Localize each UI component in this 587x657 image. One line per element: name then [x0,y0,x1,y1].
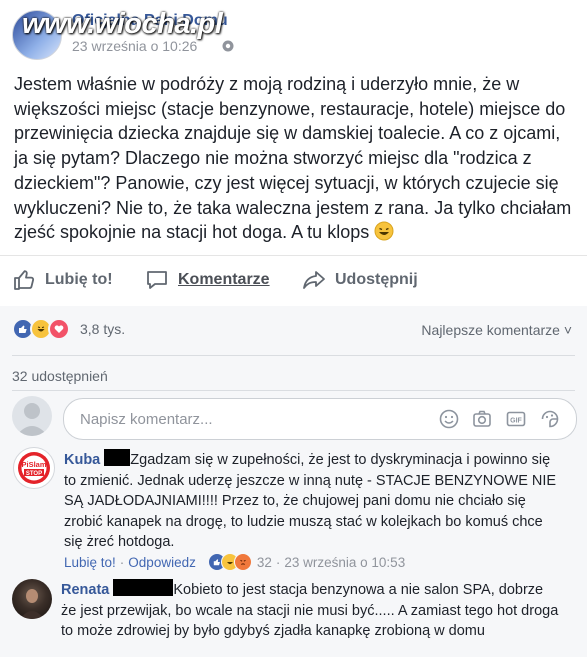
divider [12,390,575,391]
sticker-icon[interactable] [539,408,561,430]
comment-text: Renata Kobieto to jest stacja benzynowa … [61,579,561,642]
svg-text:GIF: GIF [510,418,522,425]
comment-date[interactable]: 23 września o 10:53 [284,555,405,570]
avatar[interactable] [12,396,52,436]
comment-item: PiSlam STOP Kuba Zgadzam się w zupełnośc… [0,442,587,572]
comment-item: Renata Kobieto to jest stacja benzynowa … [0,573,587,657]
comment-author[interactable]: Kuba [64,452,100,468]
comment-text: Kuba Zgadzam się w zupełności, że jest t… [64,449,564,553]
post-actions: Lubię to! Komentarze Udostępnij [0,255,587,307]
like-button[interactable]: Lubię to! [12,268,113,292]
post-header: Oficjalna Pani Domu 23 września o 10:26 … [0,0,587,64]
angry-reaction-icon [233,553,252,571]
comment-icon [147,271,167,289]
redaction-bar [104,449,131,466]
comment-composer[interactable]: GIF [63,398,577,440]
redaction-bar [113,579,174,596]
comment-like-link[interactable]: Lubię to! [64,555,116,570]
divider [12,355,575,356]
love-reaction-icon [48,318,70,340]
reactions-summary[interactable]: 3,8 tys. [12,318,125,340]
comments-area: 3,8 tys. Najlepsze komentarze ˅ 32 udost… [0,306,587,657]
comment-reaction-count: 32 [256,554,272,570]
share-button[interactable]: Udostępnij [302,268,418,292]
globe-icon[interactable] [222,40,234,52]
share-label: Udostępnij [335,271,418,288]
post-text-body: Jestem właśnie w podróży z moją rodziną … [14,74,572,243]
shares-count[interactable]: 32 udostępnień [12,368,108,384]
comment-body: Zgadzam się w zupełności, że jest to dys… [64,452,557,550]
comment-author[interactable]: Renata [61,582,109,598]
separator: · [119,554,125,570]
avatar[interactable]: PiSlam STOP [13,447,55,489]
comment-input[interactable] [78,408,402,430]
comment-reactions[interactable]: 32 [207,553,272,571]
svg-text:STOP: STOP [26,471,42,477]
gif-icon[interactable]: GIF [505,408,527,430]
post-text: Jestem właśnie w podróży z moją rodziną … [14,72,576,245]
svg-text:PiSlam: PiSlam [21,460,46,469]
reaction-count[interactable]: 3,8 tys. [80,321,125,337]
separator: · [275,554,281,570]
comment-reply-link[interactable]: Odpowiedz [128,555,196,570]
watermark: www.wiocha.pl [22,8,223,40]
camera-icon[interactable] [471,408,493,430]
comment-sort-dropdown[interactable]: Najlepsze komentarze ˅ [421,322,572,338]
comment-button[interactable]: Komentarze [145,268,270,292]
thumbs-up-icon [14,270,35,290]
like-label: Lubię to! [45,271,113,288]
comment-meta: Lubię to! · Odpowiedz 32 · 23 września o… [64,553,405,571]
laughing-emoji-icon [374,221,394,241]
share-icon [303,271,325,289]
avatar[interactable] [12,579,52,619]
comment-label: Komentarze [178,271,270,288]
smiley-icon[interactable] [438,408,460,430]
